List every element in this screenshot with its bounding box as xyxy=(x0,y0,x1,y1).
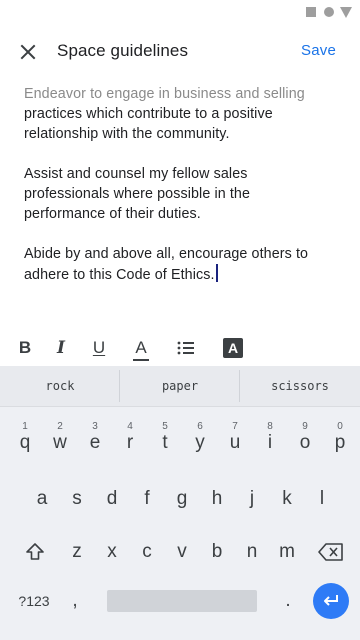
backspace-key[interactable] xyxy=(311,530,351,574)
key-hint: 2 xyxy=(57,421,63,432)
shift-key[interactable] xyxy=(17,530,53,574)
key-c[interactable]: c xyxy=(129,530,165,574)
close-icon xyxy=(20,44,36,60)
key-hint: 5 xyxy=(162,421,168,432)
close-button[interactable] xyxy=(12,36,44,68)
key-f[interactable]: f xyxy=(129,477,165,521)
paragraph-1: Endeavor to engage in business and selli… xyxy=(24,84,324,144)
key-y[interactable]: 6 y xyxy=(182,418,218,462)
key-label: p xyxy=(334,432,346,453)
key-label: e xyxy=(89,432,101,453)
text-color-letter: A xyxy=(135,338,147,357)
key-label: y xyxy=(195,432,205,453)
key-a[interactable]: a xyxy=(24,477,60,521)
bulleted-list-button[interactable] xyxy=(172,334,200,362)
underline-button[interactable]: U xyxy=(85,334,113,362)
key-i[interactable]: 8 i xyxy=(252,418,288,462)
key-hint: 6 xyxy=(197,421,203,432)
bold-button[interactable]: B xyxy=(11,334,39,362)
italic-button[interactable]: I xyxy=(47,334,75,362)
key-label: r xyxy=(126,432,134,453)
text-cursor xyxy=(215,264,218,282)
paragraph-2: Assist and counsel my fellow sales profe… xyxy=(24,164,324,224)
bulleted-list-icon xyxy=(177,341,194,355)
key-m[interactable]: m xyxy=(269,530,305,574)
suggestion-item[interactable]: scissors xyxy=(240,366,360,406)
text-color-button[interactable]: A xyxy=(127,334,155,362)
key-hint: 0 xyxy=(337,421,343,432)
key-x[interactable]: x xyxy=(94,530,130,574)
key-b[interactable]: b xyxy=(199,530,235,574)
key-hint: 3 xyxy=(92,421,98,432)
recents-icon xyxy=(306,7,316,17)
key-q[interactable]: 1 q xyxy=(7,418,43,462)
home-icon xyxy=(324,7,334,17)
key-l[interactable]: l xyxy=(304,477,340,521)
key-label: t xyxy=(162,432,168,453)
key-label: w xyxy=(53,432,67,453)
save-button[interactable]: Save xyxy=(301,42,336,59)
key-label: u xyxy=(229,432,241,453)
status-bar xyxy=(0,0,360,24)
highlight-button[interactable]: A xyxy=(219,334,247,362)
key-d[interactable]: d xyxy=(94,477,130,521)
comma-key[interactable]: , xyxy=(57,579,93,623)
enter-icon xyxy=(324,595,338,606)
shift-icon xyxy=(26,543,44,560)
keyboard: rock paper scissors 1 q 2 w 3 e 4 r 5 t … xyxy=(0,366,360,640)
key-hint: 7 xyxy=(232,421,238,432)
underline-icon: U xyxy=(92,338,106,357)
key-o[interactable]: 9 o xyxy=(287,418,323,462)
key-hint: 9 xyxy=(302,421,308,432)
key-h[interactable]: h xyxy=(199,477,235,521)
key-s[interactable]: s xyxy=(59,477,95,521)
suggestion-item[interactable]: paper xyxy=(120,366,240,406)
format-toolbar: B I U A A xyxy=(0,332,360,364)
text-editor[interactable]: Endeavor to engage in business and selli… xyxy=(24,84,324,305)
suggestion-item[interactable]: rock xyxy=(0,366,120,406)
key-label: q xyxy=(19,432,31,453)
bold-icon: B xyxy=(18,338,32,357)
key-u[interactable]: 7 u xyxy=(217,418,253,462)
text-color-icon: A xyxy=(133,338,149,361)
key-w[interactable]: 2 w xyxy=(42,418,78,462)
period-key[interactable]: . xyxy=(270,579,306,623)
key-z[interactable]: z xyxy=(59,530,95,574)
key-label: o xyxy=(299,432,311,453)
paragraph-text: Assist and counsel my fellow sales profe… xyxy=(24,166,251,222)
paragraph-3: Abide by and above all, encourage others… xyxy=(24,244,324,285)
key-k[interactable]: k xyxy=(269,477,305,521)
suggestion-strip: rock paper scissors xyxy=(0,366,360,407)
key-j[interactable]: j xyxy=(234,477,270,521)
enter-key[interactable] xyxy=(313,583,349,619)
signal-icon xyxy=(340,7,352,18)
key-hint: 8 xyxy=(267,421,273,432)
app-bar: Space guidelines Save xyxy=(0,24,360,80)
key-e[interactable]: 3 e xyxy=(77,418,113,462)
key-r[interactable]: 4 r xyxy=(112,418,148,462)
key-v[interactable]: v xyxy=(164,530,200,574)
backspace-icon xyxy=(318,543,343,561)
paragraph-text: Abide by and above all, encourage others… xyxy=(24,246,309,283)
key-t[interactable]: 5 t xyxy=(147,418,183,462)
key-g[interactable]: g xyxy=(164,477,200,521)
key-n[interactable]: n xyxy=(234,530,270,574)
faded-line: Endeavor to engage in business and selli… xyxy=(24,86,305,102)
key-hint: 4 xyxy=(127,421,133,432)
symbols-key[interactable]: ?123 xyxy=(12,579,56,623)
italic-icon: I xyxy=(57,338,65,358)
screen: Space guidelines Save Endeavor to engage… xyxy=(0,0,360,640)
key-hint: 1 xyxy=(22,421,28,432)
key-label: i xyxy=(267,432,273,453)
page-title: Space guidelines xyxy=(57,41,189,60)
space-key[interactable] xyxy=(107,590,257,612)
key-p[interactable]: 0 p xyxy=(322,418,358,462)
highlight-icon: A xyxy=(223,338,243,358)
paragraph-text: practices which contribute to a positive… xyxy=(24,106,273,142)
text-color-bar xyxy=(133,359,149,361)
